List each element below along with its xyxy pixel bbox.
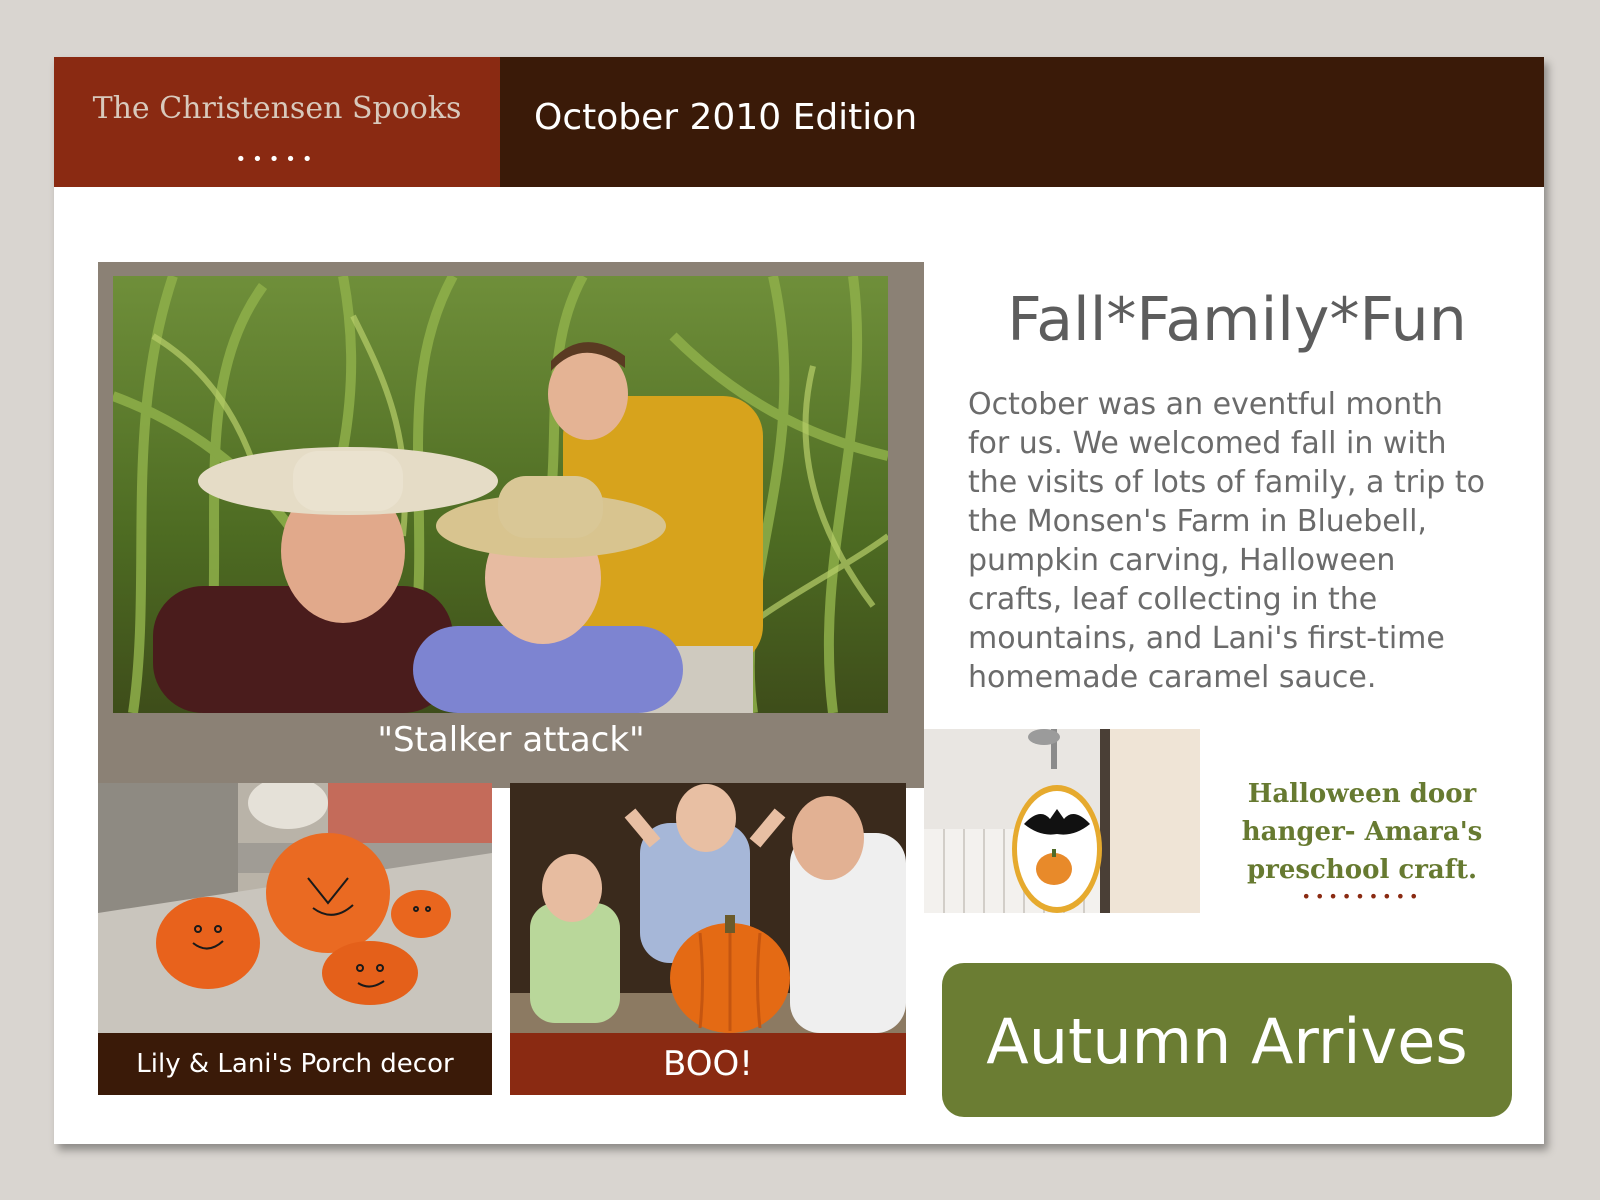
craft-dots: •••••••••: [1301, 887, 1423, 906]
article-line: the visits of lots of family, a trip to: [968, 465, 1485, 500]
porch-pumpkin-rocks-photo: [98, 783, 492, 1033]
article-line: for us. We welcomed fall in with: [968, 426, 1447, 461]
article-line: October was an eventful month: [968, 387, 1443, 422]
main-photo-caption: "Stalker attack": [377, 720, 645, 760]
autumn-banner: Autumn Arrives: [942, 963, 1512, 1117]
edition-title: October 2010 Edition: [534, 97, 918, 138]
main-photo-frame: "Stalker attack": [98, 262, 924, 788]
craft-caption-line: Halloween door: [1247, 779, 1477, 809]
autumn-banner-title: Autumn Arrives: [986, 1005, 1468, 1078]
boo-pumpkin-photo: [510, 783, 906, 1033]
door-hanger-photo: [924, 729, 1200, 913]
boo-photo-caption: BOO!: [510, 1033, 906, 1095]
masthead-edition-panel: October 2010 Edition: [500, 57, 1544, 187]
article-line: mountains, and Lani's first-time: [968, 621, 1445, 656]
masthead-dots: •••••: [235, 149, 319, 170]
article-line: homemade caramel sauce.: [968, 660, 1377, 695]
masthead-name-panel: The Christensen Spooks •••••: [54, 57, 500, 187]
article-headline: Fall*Family*Fun: [1007, 285, 1467, 355]
article-body: October was an eventful month for us. We…: [968, 385, 1498, 697]
porch-photo-caption: Lily & Lani's Porch decor: [98, 1033, 492, 1095]
article-line: the Monsen's Farm in Bluebell,: [968, 504, 1427, 539]
craft-caption-line: preschool craft.: [1246, 855, 1478, 885]
cornfield-family-photo: [113, 276, 888, 713]
article-line: pumpkin carving, Halloween: [968, 543, 1396, 578]
article-line: crafts, leaf collecting in the: [968, 582, 1378, 617]
family-name-title: The Christensen Spooks: [92, 91, 462, 126]
newsletter-page: The Christensen Spooks ••••• October 201…: [54, 57, 1544, 1144]
door-hanger-caption: Halloween door hanger- Amara's preschool…: [1232, 775, 1492, 889]
craft-caption-line: hanger- Amara's: [1241, 817, 1483, 847]
